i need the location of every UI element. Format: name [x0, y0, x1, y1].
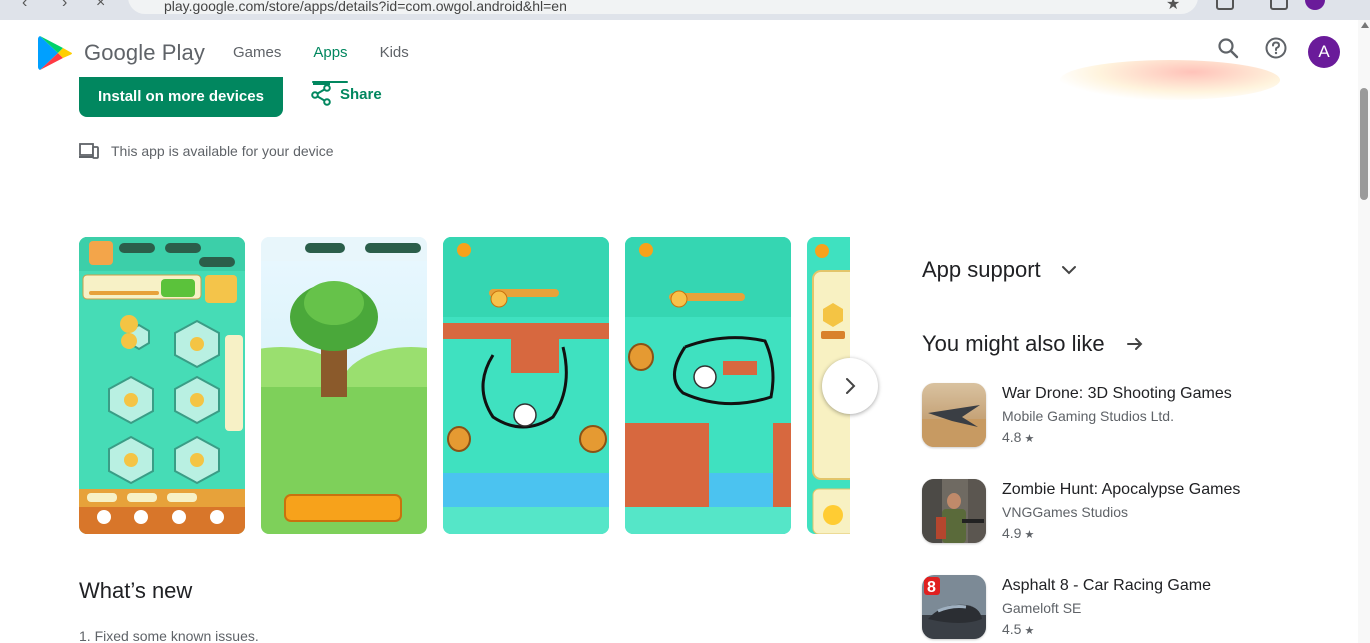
share-button[interactable]: Share [310, 82, 382, 106]
share-icon [311, 83, 331, 106]
back-icon[interactable]: ‹ [22, 0, 27, 12]
scroll-up-arrow-icon[interactable] [1361, 22, 1369, 28]
svg-text:8: 8 [927, 579, 936, 596]
scrollbar-thumb[interactable] [1360, 88, 1368, 200]
address-bar[interactable]: play.google.com/store/apps/details?id=co… [128, 0, 1198, 14]
app-rating: 4.8 ★ [1002, 429, 1035, 445]
device-availability: This app is available for your device [79, 142, 334, 160]
app-rating: 4.9 ★ [1002, 525, 1035, 541]
google-play-logo[interactable]: Google Play [38, 34, 205, 72]
extension-icon[interactable] [1216, 0, 1234, 10]
tab-icon[interactable] [1270, 0, 1288, 10]
whats-new-title: What’s new [79, 578, 193, 603]
app-support-toggle[interactable]: App support [922, 257, 1077, 283]
app-support-title: App support [922, 257, 1041, 282]
recommended-app-asphalt-8[interactable]: 8 Asphalt 8 - Car Racing Game Gameloft S… [922, 575, 1322, 641]
chevron-right-icon [846, 378, 856, 394]
screenshot-1[interactable] [79, 237, 245, 534]
app-name: Asphalt 8 - Car Racing Game [1002, 577, 1211, 594]
star-icon: ★ [1024, 529, 1035, 541]
app-developer: Mobile Gaming Studios Ltd. [1002, 408, 1174, 424]
nav-kids[interactable]: Kids [380, 44, 409, 61]
search-icon[interactable] [1216, 36, 1240, 60]
chevron-down-icon [1061, 266, 1076, 275]
screenshot-2-art [261, 237, 427, 534]
screenshot-4-art [625, 237, 791, 534]
screenshot-carousel[interactable] [79, 237, 850, 534]
screenshot-1-art [79, 237, 245, 534]
recommended-app-war-drone[interactable]: War Drone: 3D Shooting Games Mobile Gami… [922, 383, 1322, 449]
app-name: War Drone: 3D Shooting Games [1002, 385, 1232, 402]
screenshot-3[interactable] [443, 237, 609, 534]
star-icon: ★ [1024, 433, 1035, 445]
reload-icon[interactable]: × [96, 0, 105, 12]
install-more-devices-button[interactable]: Install on more devices [79, 77, 283, 117]
hero-image-fade [1060, 60, 1280, 100]
screenshot-4[interactable] [625, 237, 791, 534]
devices-icon [79, 143, 99, 159]
logo-text: Google Play [84, 40, 205, 65]
browser-profile-icon[interactable] [1305, 0, 1325, 10]
asphalt-8-icon: 8 [922, 575, 986, 639]
zombie-hunt-icon [922, 479, 986, 543]
forward-icon[interactable]: › [62, 0, 67, 12]
bookmark-star-icon[interactable]: ★ [1166, 0, 1180, 14]
whats-new-text: 1. Fixed some known issues. [79, 628, 259, 643]
screenshot-2[interactable] [261, 237, 427, 534]
recommended-app-zombie-hunt[interactable]: Zombie Hunt: Apocalypse Games VNGGames S… [922, 479, 1322, 545]
nav-games[interactable]: Games [233, 44, 281, 61]
arrow-right-icon [1126, 338, 1143, 350]
app-rating: 4.5 ★ [1002, 621, 1035, 637]
avatar[interactable]: A [1308, 36, 1340, 68]
app-name: Zombie Hunt: Apocalypse Games [1002, 481, 1241, 498]
nav-apps[interactable]: Apps [313, 44, 347, 61]
you-might-also-like-link[interactable]: You might also like [922, 331, 1143, 357]
share-label: Share [340, 85, 382, 103]
war-drone-icon [922, 383, 986, 447]
availability-text: This app is available for your device [111, 143, 334, 159]
address-text[interactable]: play.google.com/store/apps/details?id=co… [164, 0, 567, 14]
star-icon: ★ [1024, 625, 1035, 637]
also-like-title: You might also like [922, 331, 1105, 356]
top-nav: Games Apps Kids [233, 44, 441, 83]
help-icon[interactable] [1264, 36, 1288, 60]
app-developer: Gameloft SE [1002, 600, 1082, 616]
app-developer: VNGGames Studios [1002, 504, 1129, 520]
play-logo-icon [38, 36, 72, 70]
carousel-next-button[interactable] [822, 358, 878, 414]
screenshot-3-art [443, 237, 609, 534]
browser-toolbar: ‹ › × play.google.com/store/apps/details… [0, 0, 1370, 20]
